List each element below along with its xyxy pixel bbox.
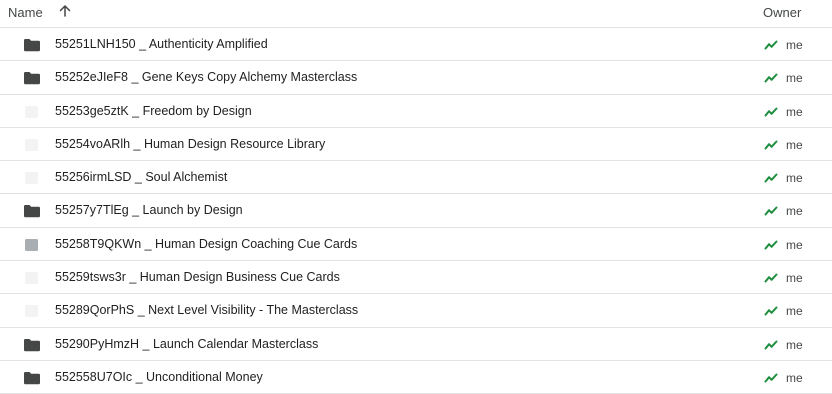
- file-name: 55252eJIeF8 _ Gene Keys Copy Alchemy Mas…: [55, 70, 358, 85]
- file-row[interactable]: 55251LNH150 _ Authenticity Amplified me: [0, 28, 832, 62]
- file-owner: me: [786, 71, 803, 86]
- file-row[interactable]: 55257y7TlEg _ Launch by Design me: [0, 194, 832, 228]
- file-list-header: Name Owner: [0, 0, 832, 28]
- file-thumbnail-icon: [25, 172, 38, 185]
- shared-icon: [764, 140, 778, 150]
- shared-icon: [764, 240, 778, 250]
- file-name: 55259tsws3r _ Human Design Business Cue …: [55, 270, 340, 285]
- file-owner: me: [786, 337, 803, 352]
- file-name: 55289QorPhS _ Next Level Visibility - Th…: [55, 303, 359, 318]
- shared-icon: [764, 206, 778, 216]
- file-name: 552558U7OIc _ Unconditional Money: [55, 369, 263, 384]
- file-owner: me: [786, 304, 803, 319]
- file-name: 55258T9QKWn _ Human Design Coaching Cue …: [55, 236, 358, 251]
- shared-icon: [764, 107, 778, 117]
- file-owner: me: [786, 370, 803, 385]
- file-name: 55254voARlh _ Human Design Resource Libr…: [55, 136, 326, 151]
- file-owner: me: [786, 237, 803, 252]
- file-row[interactable]: 55258T9QKWn _ Human Design Coaching Cue …: [0, 228, 832, 262]
- folder-icon: [24, 205, 40, 218]
- file-thumbnail-icon: [25, 272, 38, 285]
- shared-icon: [764, 340, 778, 350]
- file-thumbnail-icon: [25, 238, 38, 251]
- shared-icon: [764, 73, 778, 83]
- shared-icon: [764, 40, 778, 50]
- file-row[interactable]: 552558U7OIc _ Unconditional Money me: [0, 361, 832, 394]
- owner-column-header[interactable]: Owner: [763, 5, 801, 20]
- file-owner: me: [786, 271, 803, 286]
- file-owner: me: [786, 38, 803, 52]
- shared-icon: [764, 173, 778, 183]
- file-owner: me: [786, 104, 803, 119]
- shared-icon: [764, 273, 778, 283]
- file-row[interactable]: 55254voARlh _ Human Design Resource Libr…: [0, 128, 832, 162]
- file-name: 55290PyHmzH _ Launch Calendar Masterclas…: [55, 336, 319, 351]
- file-row[interactable]: 55256irmLSD _ Soul Alchemist me: [0, 161, 832, 195]
- shared-icon: [764, 306, 778, 316]
- name-column-header[interactable]: Name: [8, 5, 43, 20]
- shared-icon: [764, 373, 778, 383]
- file-thumbnail-icon: [25, 305, 38, 318]
- file-thumbnail-icon: [25, 138, 38, 151]
- file-thumbnail-icon: [25, 105, 38, 118]
- file-row[interactable]: 55289QorPhS _ Next Level Visibility - Th…: [0, 294, 832, 328]
- folder-icon: [24, 39, 40, 52]
- file-row[interactable]: 55253ge5ztK _ Freedom by Design me: [0, 95, 832, 128]
- file-owner: me: [786, 171, 803, 186]
- file-row[interactable]: 55252eJIeF8 _ Gene Keys Copy Alchemy Mas…: [0, 61, 832, 95]
- file-owner: me: [786, 204, 803, 219]
- file-list: 55251LNH150 _ Authenticity Amplified me 55…: [0, 28, 832, 394]
- arrow-up-icon[interactable]: [57, 3, 73, 19]
- folder-icon: [24, 72, 40, 85]
- file-row[interactable]: 55290PyHmzH _ Launch Calendar Masterclas…: [0, 328, 832, 361]
- file-owner: me: [786, 137, 803, 152]
- folder-icon: [24, 371, 40, 385]
- file-name: 55251LNH150 _ Authenticity Amplified: [55, 37, 268, 51]
- folder-icon: [24, 338, 40, 351]
- file-name: 55253ge5ztK _ Freedom by Design: [55, 103, 252, 118]
- file-name: 55257y7TlEg _ Launch by Design: [55, 203, 243, 218]
- file-name: 55256irmLSD _ Soul Alchemist: [55, 170, 228, 185]
- file-row[interactable]: 55259tsws3r _ Human Design Business Cue …: [0, 261, 832, 295]
